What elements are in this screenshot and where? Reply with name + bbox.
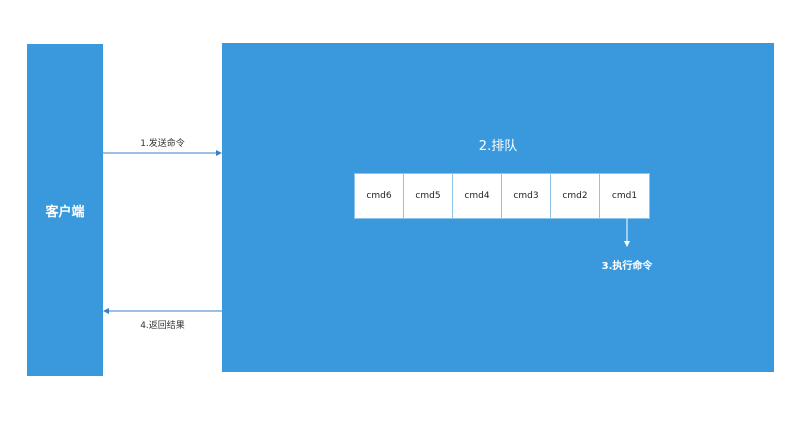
queue-cell: cmd2 xyxy=(551,174,600,218)
server-box: 2.排队 cmd6 cmd5 cmd4 cmd3 cmd2 cmd1 3.执行命… xyxy=(222,43,774,372)
queue-cell: cmd4 xyxy=(453,174,502,218)
server-title: 2.排队 xyxy=(478,139,518,154)
client-label: 客户端 xyxy=(45,204,85,220)
return-result-label: 4.返回结果 xyxy=(140,321,185,331)
queue-cell: cmd3 xyxy=(502,174,551,218)
queue-cell: cmd5 xyxy=(404,174,453,218)
queue-cell: cmd6 xyxy=(355,174,404,218)
command-queue: cmd6 cmd5 cmd4 cmd3 cmd2 cmd1 xyxy=(354,173,650,219)
diagram-canvas: 客户端 2.排队 cmd6 cmd5 cmd4 cmd3 cmd2 cmd1 3… xyxy=(0,0,800,425)
client-box: 客户端 xyxy=(27,44,103,376)
queue-cell: cmd1 xyxy=(611,191,638,201)
send-command-label: 1.发送命令 xyxy=(140,139,185,149)
execute-command-label: 3.执行命令 xyxy=(601,261,653,272)
